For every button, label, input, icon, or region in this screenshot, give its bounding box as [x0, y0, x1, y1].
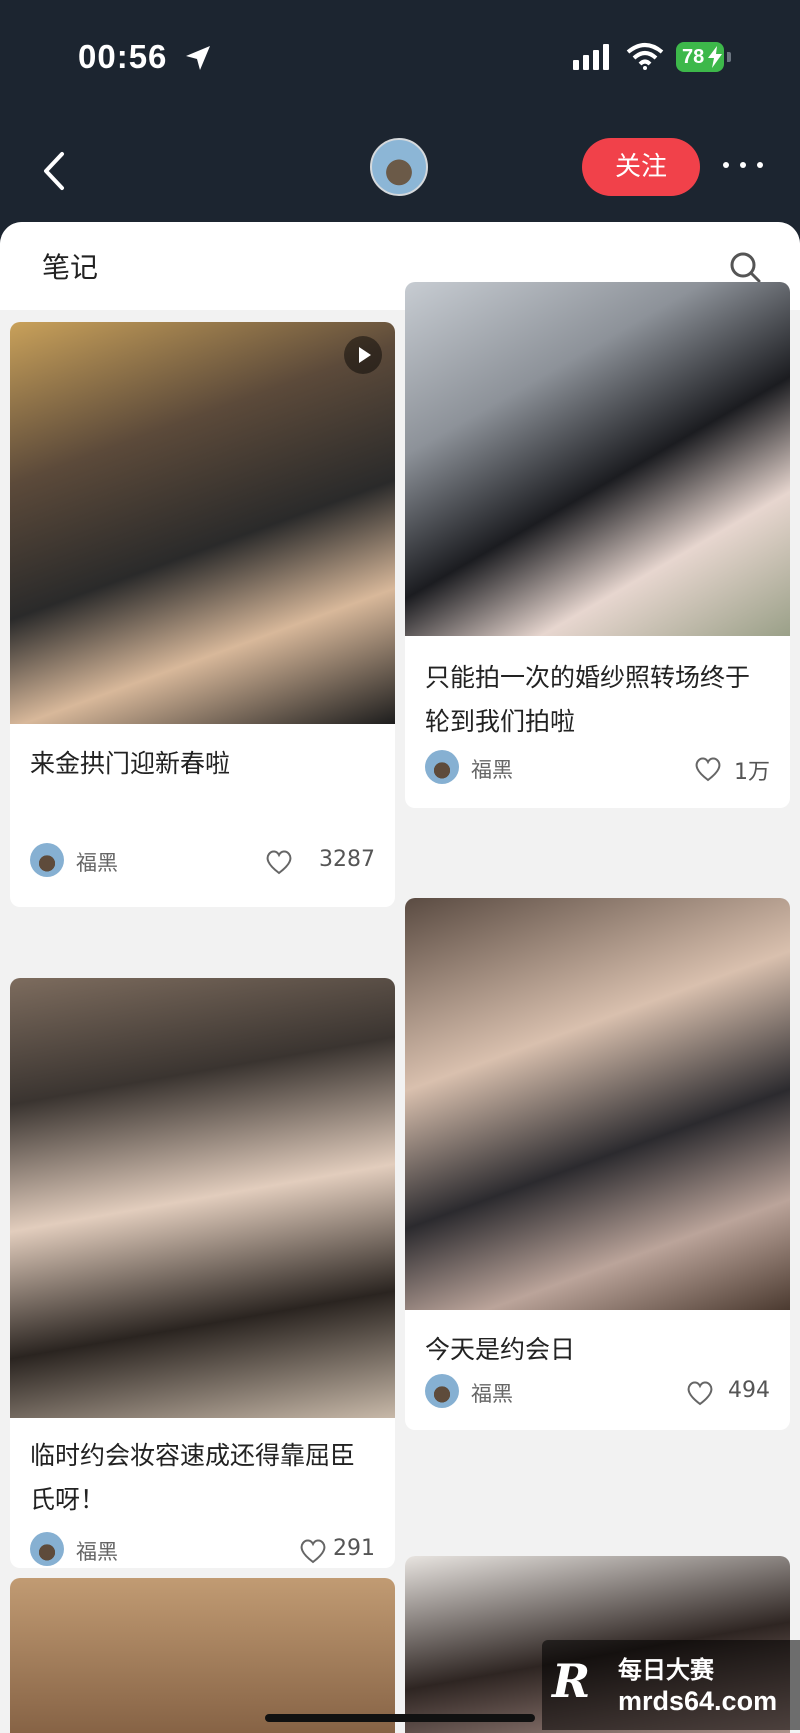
battery-level: 78 — [682, 46, 705, 68]
note-meta: 福黑 291 — [30, 1532, 375, 1568]
back-chevron-icon[interactable] — [36, 148, 76, 194]
notes-sheet: 笔记 来金拱门迎新春啦 福黑 3287 临时约会妆容速成还得靠屈臣氏呀！ 福黑 … — [0, 222, 800, 1733]
author-avatar[interactable] — [370, 138, 428, 196]
profile-nav-bar: 关注 — [0, 120, 800, 220]
note-author: 福黑 — [76, 1540, 118, 1564]
play-icon — [359, 347, 371, 363]
note-likes: 494 — [728, 1378, 770, 1403]
watermark-name: 每日大赛 — [618, 1656, 714, 1684]
heart-icon[interactable] — [265, 849, 293, 875]
note-card[interactable]: 今天是约会日 福黑 494 — [405, 898, 790, 1430]
note-cover-image — [10, 322, 395, 724]
note-title: 今天是约会日 — [425, 1335, 576, 1364]
charging-bolt-icon — [708, 46, 722, 68]
search-icon[interactable] — [728, 250, 762, 284]
note-cover-image — [10, 1578, 395, 1733]
note-likes: 291 — [333, 1536, 375, 1561]
note-card[interactable] — [10, 1578, 395, 1733]
note-title: 只能拍一次的婚纱照转场终于轮到我们拍啦 — [425, 663, 751, 736]
avatar — [425, 750, 459, 784]
watermark: R 每日大赛 mrds64.com — [542, 1640, 800, 1730]
heart-icon[interactable] — [299, 1538, 327, 1564]
note-card[interactable]: 来金拱门迎新春啦 福黑 3287 — [10, 322, 395, 907]
note-meta: 福黑 494 — [425, 1374, 770, 1410]
home-indicator — [265, 1714, 535, 1722]
note-likes: 1万 — [734, 760, 770, 785]
note-author: 福黑 — [471, 758, 513, 782]
watermark-logo: R — [552, 1654, 591, 1708]
wifi-icon — [626, 43, 664, 70]
note-author: 福黑 — [471, 1382, 513, 1406]
status-bar: 00:56 78 — [0, 0, 800, 120]
cellular-signal-icon — [573, 44, 609, 70]
avatar — [425, 1374, 459, 1408]
battery-tip — [727, 52, 731, 62]
note-cover-image — [405, 282, 790, 636]
more-options-icon[interactable] — [718, 155, 768, 175]
note-card[interactable]: 只能拍一次的婚纱照转场终于轮到我们拍啦 福黑 1万 — [405, 282, 790, 808]
follow-button[interactable]: 关注 — [582, 138, 700, 196]
heart-icon[interactable] — [686, 1380, 714, 1406]
note-meta: 福黑 3287 — [30, 843, 375, 879]
avatar — [30, 843, 64, 877]
note-title: 来金拱门迎新春啦 — [30, 749, 231, 778]
note-cover-image — [405, 898, 790, 1310]
note-card[interactable]: 临时约会妆容速成还得靠屈臣氏呀！ 福黑 291 — [10, 978, 395, 1568]
section-title: 笔记 — [42, 251, 99, 284]
video-badge — [344, 336, 382, 374]
status-time: 00:56 — [78, 38, 168, 75]
note-cover-image — [10, 978, 395, 1418]
note-author: 福黑 — [76, 851, 118, 875]
location-arrow-icon — [186, 46, 210, 70]
note-meta: 福黑 1万 — [425, 750, 770, 786]
note-title: 临时约会妆容速成还得靠屈臣氏呀！ — [30, 1441, 356, 1514]
note-likes: 3287 — [319, 847, 375, 872]
watermark-site: mrds64.com — [618, 1686, 778, 1716]
heart-icon[interactable] — [694, 756, 722, 782]
avatar — [30, 1532, 64, 1566]
